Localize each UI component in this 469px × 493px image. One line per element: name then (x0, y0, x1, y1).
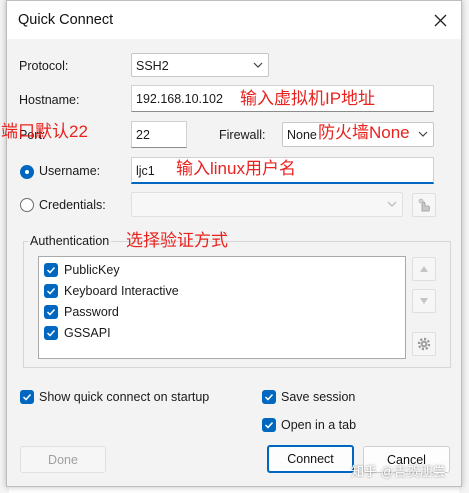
authentication-annotation: 选择验证方式 (126, 231, 228, 250)
port-annotation: 端口默认22 (1, 122, 88, 141)
method-label: Password (64, 305, 119, 319)
method-label: Keyboard Interactive (64, 284, 179, 298)
firewall-value: None (287, 128, 317, 142)
done-button[interactable]: Done (20, 446, 106, 473)
save-session-checkbox[interactable] (262, 390, 276, 404)
watermark: 知乎 @吉贺朋尝 (351, 464, 446, 479)
open-in-tab-label: Open in a tab (281, 418, 357, 432)
hostname-label: Hostname: (19, 93, 80, 107)
check-icon (22, 393, 32, 401)
checkbox-keyboard-interactive[interactable] (44, 284, 58, 298)
dialog-title: Quick Connect (18, 12, 114, 28)
chevron-down-icon (418, 131, 428, 137)
checkbox-gssapi[interactable] (44, 326, 58, 340)
username-radio[interactable] (20, 165, 34, 179)
hostname-annotation: 输入虚拟机IP地址 (240, 89, 376, 108)
credentials-select[interactable] (131, 192, 403, 217)
close-button[interactable] (423, 5, 457, 35)
check-icon (46, 308, 56, 316)
hostname-value: 192.168.10.102 (136, 92, 223, 106)
credentials-label: Credentials: (39, 198, 106, 212)
check-icon (264, 393, 274, 401)
username-annotation: 输入linux用户名 (176, 159, 296, 178)
show-quick-connect-checkbox[interactable] (20, 390, 34, 404)
show-quick-connect-label: Show quick connect on startup (39, 390, 210, 404)
save-session-label: Save session (281, 390, 356, 404)
title-bar: Quick Connect (7, 1, 461, 39)
protocol-value: SSH2 (136, 59, 169, 73)
checkbox-publickey[interactable] (44, 263, 58, 277)
username-value: ljc1 (136, 164, 155, 178)
triangle-up-icon (420, 266, 428, 272)
firewall-label: Firewall: (219, 128, 266, 142)
hand-pointer-icon (418, 198, 430, 212)
triangle-down-icon (420, 298, 428, 304)
properties-button[interactable] (412, 332, 436, 356)
username-label: Username: (39, 164, 101, 178)
check-icon (46, 287, 56, 295)
check-icon (264, 421, 274, 429)
list-item[interactable]: PublicKey (44, 261, 344, 279)
gear-icon (417, 337, 431, 351)
quick-connect-dialog: Quick Connect Protocol: SSH2 Hostname: 1… (1, 0, 462, 487)
authentication-methods-list: PublicKey Keyboard Interactive Password … (38, 256, 406, 359)
checkbox-password[interactable] (44, 305, 58, 319)
port-input[interactable]: 22 (131, 121, 187, 148)
open-in-tab-checkbox[interactable] (262, 418, 276, 432)
list-item[interactable]: Keyboard Interactive (44, 282, 344, 300)
move-up-button[interactable] (412, 257, 436, 281)
method-label: GSSAPI (64, 326, 111, 340)
move-down-button[interactable] (412, 289, 436, 313)
port-value: 22 (136, 128, 150, 142)
credentials-edit-button[interactable] (412, 193, 436, 217)
connect-button[interactable]: Connect (267, 445, 354, 473)
credentials-radio[interactable] (20, 198, 34, 212)
firewall-annotation: 防火墙None (318, 123, 410, 142)
authentication-label: Authentication (28, 234, 112, 248)
check-icon (46, 266, 56, 274)
chevron-down-icon (253, 62, 263, 68)
method-label: PublicKey (64, 263, 120, 277)
check-icon (46, 329, 56, 337)
close-icon (434, 14, 446, 26)
list-item[interactable]: GSSAPI (44, 324, 344, 342)
protocol-label: Protocol: (19, 59, 69, 73)
chevron-down-icon (387, 201, 397, 207)
protocol-select[interactable]: SSH2 (131, 53, 269, 77)
list-item[interactable]: Password (44, 303, 344, 321)
